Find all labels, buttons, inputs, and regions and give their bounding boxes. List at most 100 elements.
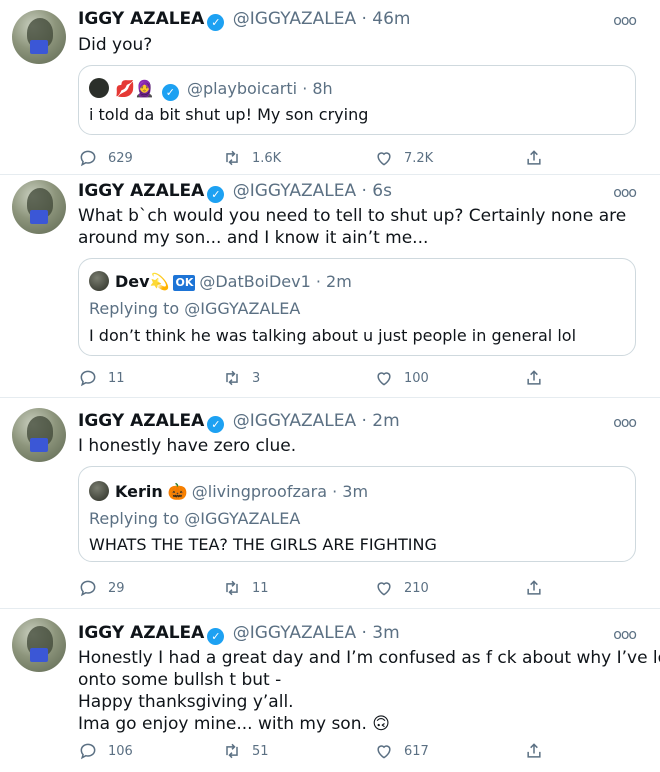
tweet-text: Honestly I had a great day and I’m confu… — [78, 647, 660, 735]
like-count: 210 — [404, 580, 429, 596]
quoted-tweet-header: Dev💫 OK @DatBoiDev1 · 2m — [89, 271, 352, 292]
quoted-handle: @playboicarti — [186, 79, 298, 98]
more-icon[interactable]: ooo — [613, 14, 637, 28]
retweet-icon — [226, 370, 238, 386]
quoted-time: 2m — [326, 272, 352, 291]
author-handle[interactable]: @IGGYAZALEA — [233, 411, 356, 431]
author-handle[interactable]: @IGGYAZALEA — [233, 181, 356, 201]
tweet-actions: 29 11 210 — [78, 577, 638, 599]
quoted-tweet-header: Kerin 🎃 @livingproofzara · 3m — [89, 481, 368, 502]
quoted-handle: @livingproofzara — [191, 482, 328, 501]
tweet-text: Did you? — [78, 35, 153, 55]
more-icon[interactable]: ooo — [613, 628, 637, 642]
tweet[interactable]: IGGY AZALEA ✓ @IGGYAZALEA · 2m ooo I hone… — [0, 400, 660, 610]
tweet[interactable]: IGGY AZALEA ✓ @IGGYAZALEA · 6s ooo What b… — [0, 176, 660, 400]
tweet-text: I honestly have zero clue. — [78, 436, 297, 456]
reply-count: 629 — [108, 150, 133, 166]
like-button[interactable]: 617 — [374, 740, 429, 762]
like-icon — [377, 582, 391, 596]
quoted-text: I don’t think he was talking about u jus… — [89, 326, 577, 345]
quoted-tweet-header: 💋🧕 ✓ @playboicarti · 8h — [89, 78, 333, 101]
like-icon — [377, 372, 391, 386]
reply-count: 11 — [108, 370, 125, 386]
quoted-time: 8h — [312, 79, 333, 98]
quoted-handle: @DatBoiDev1 — [199, 272, 311, 291]
reply-icon — [80, 370, 96, 387]
retweet-count: 11 — [252, 580, 269, 596]
tweet-actions: 629 1.6K 7.2K — [78, 147, 638, 169]
tweet-time[interactable]: 46m — [372, 9, 410, 29]
tweet-header: IGGY AZALEA ✓ @IGGYAZALEA · 6s — [78, 181, 392, 203]
verified-icon: ✓ — [207, 186, 225, 203]
tweet-header: IGGY AZALEA ✓ @IGGYAZALEA · 2m — [78, 411, 400, 433]
reply-count: 106 — [108, 743, 133, 759]
like-button[interactable]: 210 — [374, 577, 429, 599]
divider — [0, 397, 660, 398]
tweet-time[interactable]: 2m — [372, 411, 399, 431]
author-handle[interactable]: @IGGYAZALEA — [233, 623, 356, 643]
more-icon[interactable]: ooo — [613, 186, 637, 200]
reply-button[interactable]: 29 — [78, 577, 125, 599]
verified-icon: ✓ — [207, 14, 225, 31]
quoted-text: i told da bit shut up! My son crying — [89, 105, 369, 124]
tweet-text-line: Honestly I had a great day and I’m confu… — [78, 648, 660, 668]
avatar[interactable] — [12, 408, 66, 462]
retweet-icon — [226, 743, 238, 759]
quoted-text: WHATS THE TEA? THE GIRLS ARE FIGHTING — [89, 535, 437, 554]
verified-icon: ✓ — [161, 84, 179, 101]
like-icon — [377, 152, 391, 166]
verified-icon: ✓ — [207, 416, 225, 433]
reply-count: 29 — [108, 580, 125, 596]
author-name[interactable]: IGGY AZALEA — [78, 181, 204, 201]
retweet-icon — [226, 150, 238, 166]
quoted-name: Kerin — [115, 482, 163, 501]
share-button[interactable] — [524, 147, 544, 169]
retweet-icon — [226, 580, 238, 596]
author-name[interactable]: IGGY AZALEA — [78, 623, 204, 643]
share-icon — [527, 370, 541, 385]
quoted-name-emoji: 🎃 — [167, 482, 188, 501]
quoted-tweet[interactable]: Dev💫 OK @DatBoiDev1 · 2m Replying to @IGGY… — [78, 258, 636, 356]
avatar[interactable] — [12, 180, 66, 234]
retweet-button[interactable]: 51 — [222, 740, 269, 762]
share-button[interactable] — [524, 577, 544, 599]
share-icon — [527, 150, 541, 165]
author-name[interactable]: IGGY AZALEA — [78, 9, 204, 29]
divider — [0, 608, 660, 609]
reply-button[interactable]: 629 — [78, 147, 133, 169]
tweet-time[interactable]: 6s — [372, 181, 392, 201]
avatar — [89, 271, 109, 291]
reply-icon — [80, 150, 96, 167]
avatar[interactable] — [12, 10, 66, 64]
more-icon[interactable]: ooo — [613, 416, 637, 430]
quoted-tweet[interactable]: 💋🧕 ✓ @playboicarti · 8h i told da bit shu… — [78, 65, 636, 135]
tweet-text-line: Ima go enjoy mine... with my son. 🙃 — [78, 714, 391, 734]
share-button[interactable] — [524, 740, 544, 762]
timeline-feed: IGGY AZALEA ✓ @IGGYAZALEA · 46m ooo Did y… — [0, 0, 660, 772]
verified-icon: ✓ — [207, 628, 225, 645]
retweet-button[interactable]: 3 — [222, 367, 260, 389]
quoted-name-emoji: 💫 — [149, 272, 170, 291]
replying-to: Replying to @IGGYAZALEA — [89, 509, 301, 528]
author-handle[interactable]: @IGGYAZALEA — [233, 9, 356, 29]
reply-button[interactable]: 11 — [78, 367, 125, 389]
like-button[interactable]: 100 — [374, 367, 429, 389]
like-button[interactable]: 7.2K — [374, 147, 433, 169]
avatar[interactable] — [12, 618, 66, 672]
retweet-button[interactable]: 1.6K — [222, 147, 281, 169]
tweet[interactable]: IGGY AZALEA ✓ @IGGYAZALEA · 46m ooo Did y… — [0, 0, 660, 180]
tweet-header: IGGY AZALEA ✓ @IGGYAZALEA · 3m — [78, 623, 400, 645]
retweet-button[interactable]: 11 — [222, 577, 269, 599]
share-button[interactable] — [524, 367, 544, 389]
retweet-count: 51 — [252, 743, 269, 759]
ok-badge: OK — [173, 275, 196, 291]
share-icon — [527, 580, 541, 595]
tweet[interactable]: IGGY AZALEA ✓ @IGGYAZALEA · 3m ooo Honest… — [0, 610, 660, 772]
author-name[interactable]: IGGY AZALEA — [78, 411, 204, 431]
reply-icon — [80, 743, 96, 760]
divider — [0, 174, 660, 175]
tweet-time[interactable]: 3m — [372, 623, 399, 643]
quoted-tweet[interactable]: Kerin 🎃 @livingproofzara · 3m Replying to… — [78, 466, 636, 562]
reply-button[interactable]: 106 — [78, 740, 133, 762]
tweet-text-line: Happy thanksgiving y’all. — [78, 692, 294, 712]
